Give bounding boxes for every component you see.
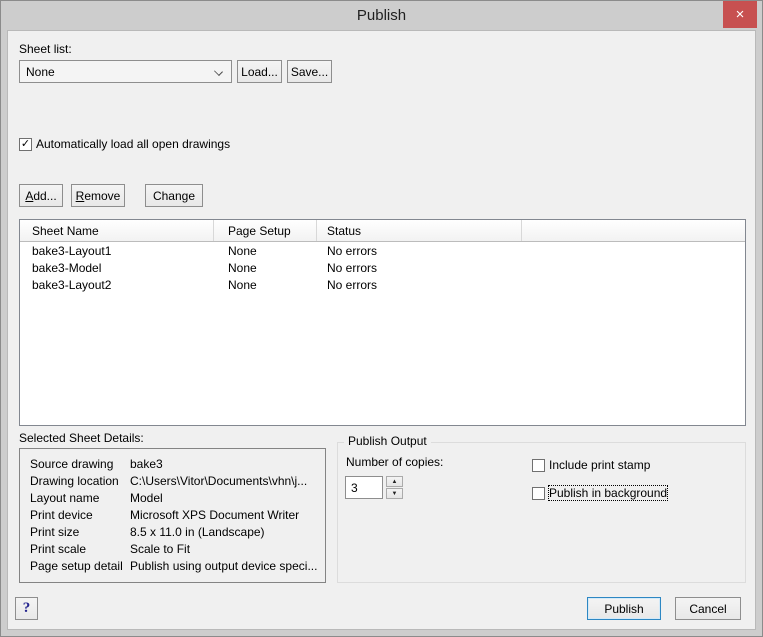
detail-label: Page setup detail [30,559,130,573]
detail-row: Print size 8.5 x 11.0 in (Landscape) [20,523,325,540]
cell-status: No errors [317,276,522,293]
detail-row: Layout name Model [20,489,325,506]
detail-label: Layout name [30,491,130,505]
save-button[interactable]: Save... [287,60,332,83]
column-header-page-setup[interactable]: Page Setup [214,220,317,241]
add-button[interactable]: Add... [19,184,63,207]
auto-load-checkbox-row[interactable]: ✓ Automatically load all open drawings [19,137,230,151]
change-button[interactable]: Change [145,184,203,207]
cell-empty [522,276,745,293]
sheet-list-combobox[interactable]: None [19,60,232,83]
detail-value: Publish using output device speci... [130,559,317,573]
include-print-stamp-checkbox[interactable] [532,459,545,472]
cell-status: No errors [317,259,522,276]
add-button-label: Add... [25,189,56,203]
publish-in-background-row[interactable]: Publish in background [532,486,667,500]
detail-label: Print scale [30,542,130,556]
detail-row: Print device Microsoft XPS Document Writ… [20,506,325,523]
spin-down-button[interactable]: ▼ [386,488,403,499]
cell-page-setup: None [214,259,317,276]
publish-in-background-checkbox[interactable] [532,487,545,500]
spin-up-button[interactable]: ▲ [386,476,403,487]
quantity-stepper: ▲ ▼ [386,476,403,499]
table-row[interactable]: bake3-Layout2 None No errors [20,276,745,293]
table-row[interactable]: bake3-Layout1 None No errors [20,242,745,259]
remove-button-label: Remove [76,189,121,203]
dialog-title: Publish [357,7,406,24]
copies-input[interactable]: 3 [345,476,383,499]
detail-value: 8.5 x 11.0 in (Landscape) [130,525,265,539]
copies-label: Number of copies: [346,455,443,469]
help-button[interactable]: ? [15,597,38,620]
load-button[interactable]: Load... [237,60,282,83]
publish-output-group: Publish Output Number of copies: 3 ▲ ▼ I… [337,442,746,583]
column-header-empty[interactable] [522,220,745,241]
save-button-label: Save... [291,65,328,79]
details-title: Selected Sheet Details: [19,431,144,445]
detail-value: Microsoft XPS Document Writer [130,508,299,522]
cell-page-setup: None [214,276,317,293]
column-header-sheet-name[interactable]: Sheet Name [20,220,214,241]
auto-load-label: Automatically load all open drawings [36,137,230,151]
close-button[interactable]: × [723,1,757,28]
remove-button[interactable]: Remove [71,184,125,207]
cell-empty [522,242,745,259]
detail-row: Page setup detail Publish using output d… [20,557,325,574]
include-print-stamp-label: Include print stamp [549,458,650,472]
cell-status: No errors [317,242,522,259]
close-icon: × [736,6,745,23]
details-panel: Source drawing bake3 Drawing location C:… [19,448,326,583]
load-button-label: Load... [241,65,278,79]
detail-value: Scale to Fit [130,542,190,556]
change-button-label: Change [153,189,195,203]
cell-sheet-name: bake3-Model [20,259,214,276]
detail-label: Print device [30,508,130,522]
detail-value: bake3 [130,457,163,471]
detail-label: Print size [30,525,130,539]
detail-value: C:\Users\Vitor\Documents\vhn\j... [130,474,307,488]
arrow-down-icon: ▼ [392,491,398,497]
cell-page-setup: None [214,242,317,259]
sheet-table: Sheet Name Page Setup Status bake3-Layou… [19,219,746,426]
publish-dialog: Publish × Sheet list: None Load... Save.… [0,0,763,637]
cancel-button-label: Cancel [689,602,726,616]
cell-sheet-name: bake3-Layout2 [20,276,214,293]
sheet-table-header: Sheet Name Page Setup Status [20,220,745,242]
help-icon: ? [23,600,31,617]
publish-button[interactable]: Publish [587,597,661,620]
chevron-down-icon [214,67,223,76]
sheet-list-selected-value: None [26,65,55,79]
detail-label: Drawing location [30,474,130,488]
detail-label: Source drawing [30,457,130,471]
cell-sheet-name: bake3-Layout1 [20,242,214,259]
detail-value: Model [130,491,163,505]
publish-button-label: Publish [604,602,643,616]
dialog-content: Sheet list: None Load... Save... ✓ Autom… [7,30,756,630]
sheet-list-label: Sheet list: [19,42,72,56]
checkmark-icon: ✓ [21,139,30,150]
arrow-up-icon: ▲ [392,479,398,485]
column-header-status[interactable]: Status [317,220,522,241]
include-print-stamp-row[interactable]: Include print stamp [532,458,650,472]
detail-row: Drawing location C:\Users\Vitor\Document… [20,472,325,489]
cell-empty [522,259,745,276]
cancel-button[interactable]: Cancel [675,597,741,620]
auto-load-checkbox[interactable]: ✓ [19,138,32,151]
detail-row: Print scale Scale to Fit [20,540,325,557]
publish-in-background-label: Publish in background [549,486,667,500]
copies-value: 3 [351,481,358,495]
detail-row: Source drawing bake3 [20,455,325,472]
table-row[interactable]: bake3-Model None No errors [20,259,745,276]
publish-output-title: Publish Output [344,434,431,448]
titlebar[interactable]: Publish [1,1,762,30]
